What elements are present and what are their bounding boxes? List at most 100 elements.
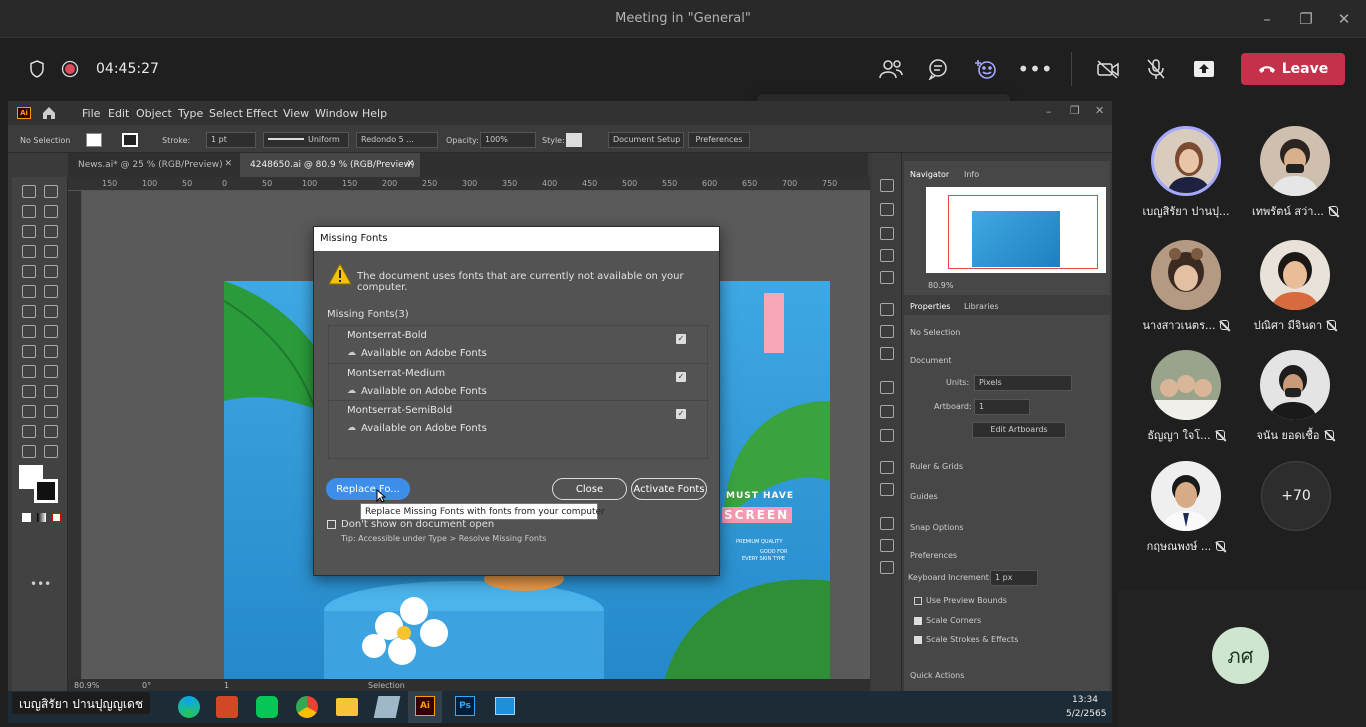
maximize-button[interactable]: ❐: [1294, 8, 1318, 30]
stroke-weight-field[interactable]: 1 pt: [206, 132, 256, 148]
zoom-level[interactable]: 80.9%: [74, 681, 99, 690]
participant-tile[interactable]: ปณิศา มีจินดา: [1240, 240, 1350, 350]
shape-builder-tool-icon[interactable]: [22, 345, 36, 358]
swatches-panel-icon[interactable]: [880, 303, 894, 316]
menu-select[interactable]: Select: [209, 107, 243, 120]
menu-type[interactable]: Type: [178, 107, 203, 120]
none-mode-icon[interactable]: [52, 513, 61, 522]
symbols-panel-icon[interactable]: [880, 347, 894, 360]
rotation-angle[interactable]: 0°: [142, 681, 151, 690]
menu-help[interactable]: Help: [362, 107, 387, 120]
direct-selection-tool-icon[interactable]: [44, 185, 58, 198]
tab-libraries[interactable]: Libraries: [964, 302, 999, 311]
ai-maximize-button[interactable]: ❐: [1070, 104, 1080, 117]
dont-show-checkbox[interactable]: [327, 520, 336, 529]
reactions-button[interactable]: [971, 54, 1001, 84]
artboard-navigation[interactable]: 1: [224, 681, 229, 690]
photoshop-taskbar-icon[interactable]: Ps: [455, 696, 475, 716]
home-icon[interactable]: [41, 106, 57, 120]
participant-tile[interactable]: จนัน ยอดเชื้อ: [1240, 350, 1350, 460]
brush-definition[interactable]: Redondo 5 ...: [356, 132, 438, 148]
eyedropper-tool-icon[interactable]: [22, 385, 36, 398]
people-button[interactable]: [876, 54, 906, 84]
document-setup-button[interactable]: Document Setup: [608, 132, 684, 148]
variable-width-profile[interactable]: Uniform: [263, 132, 349, 148]
graphic-style-swatch[interactable]: [566, 133, 582, 147]
hand-tool-icon[interactable]: [22, 445, 36, 458]
artboards-panel-icon[interactable]: [880, 561, 894, 574]
fill-swatch[interactable]: [86, 133, 102, 147]
artboard-select[interactable]: 1: [974, 399, 1030, 415]
slice-tool-icon[interactable]: [44, 425, 58, 438]
appearance-panel-icon[interactable]: [880, 249, 894, 262]
close-tab-icon[interactable]: ✕: [224, 159, 232, 169]
participant-tile[interactable]: ธัญญา ใจโ...: [1131, 350, 1241, 460]
participant-tile[interactable]: เบญสิรัยา ปานปุ...: [1131, 126, 1241, 236]
navigator-preview[interactable]: [926, 187, 1106, 273]
gradient-tool-icon[interactable]: [44, 365, 58, 378]
mic-off-button[interactable]: [1141, 54, 1171, 84]
more-participants-button[interactable]: +70: [1261, 461, 1331, 531]
menu-file[interactable]: File: [82, 107, 100, 120]
color-mode-icon[interactable]: [22, 513, 31, 522]
line-tool-icon[interactable]: [44, 245, 58, 258]
activate-fonts-button[interactable]: Activate Fonts: [631, 478, 707, 500]
chat-button[interactable]: [923, 54, 953, 84]
edge-icon[interactable]: [178, 696, 200, 718]
type-tool-icon[interactable]: [22, 245, 36, 258]
keyboard-increment-field[interactable]: 1 px: [990, 570, 1038, 586]
perspective-grid-tool-icon[interactable]: [44, 345, 58, 358]
width-tool-icon[interactable]: [22, 325, 36, 338]
tab-properties[interactable]: Properties: [910, 302, 950, 311]
symbol-sprayer-tool-icon[interactable]: [22, 405, 36, 418]
font-row[interactable]: Montserrat-Bold ☁ Available on Adobe Fon…: [329, 326, 709, 362]
participant-tile[interactable]: เทพรัตน์ สว่า...: [1240, 126, 1350, 236]
leave-button[interactable]: Leave: [1241, 53, 1345, 85]
font-checkbox[interactable]: ✓: [676, 409, 686, 419]
scissors-tool-icon[interactable]: [44, 285, 58, 298]
pen-tool-icon[interactable]: [22, 225, 36, 238]
close-window-button[interactable]: ✕: [1332, 8, 1356, 30]
font-row[interactable]: Montserrat-Medium ☁ Available on Adobe F…: [329, 363, 709, 399]
camera-off-button[interactable]: [1093, 54, 1123, 84]
scale-tool-icon[interactable]: [44, 305, 58, 318]
export-panel-icon[interactable]: [880, 483, 894, 496]
paintbrush-tool-icon[interactable]: [44, 265, 58, 278]
curvature-tool-icon[interactable]: [44, 225, 58, 238]
scale-strokes-checkbox[interactable]: [914, 636, 922, 644]
powerpoint-icon[interactable]: [216, 696, 238, 718]
column-graph-tool-icon[interactable]: [44, 405, 58, 418]
layers-panel-icon[interactable]: [880, 517, 894, 530]
tab-navigator[interactable]: Navigator: [910, 170, 949, 179]
tab-info[interactable]: Info: [964, 170, 979, 179]
opentype-panel-icon[interactable]: [880, 227, 894, 240]
brushes-panel-icon[interactable]: [880, 325, 894, 338]
stroke-swatch[interactable]: [122, 133, 138, 147]
selection-tool-icon[interactable]: [22, 185, 36, 198]
chrome-icon[interactable]: [296, 696, 318, 718]
asset-export-panel-icon[interactable]: [880, 539, 894, 552]
close-tab-icon[interactable]: ✕: [406, 159, 414, 169]
mesh-tool-icon[interactable]: [22, 365, 36, 378]
ai-close-button[interactable]: ✕: [1095, 104, 1104, 117]
line-app-icon[interactable]: [256, 696, 278, 718]
font-checkbox[interactable]: ✓: [676, 334, 686, 344]
tab-news[interactable]: News.ai* @ 25 % (RGB/Preview) ✕: [68, 153, 238, 177]
share-screen-button[interactable]: [1189, 54, 1219, 84]
units-select[interactable]: Pixels: [974, 375, 1072, 391]
color-panel-icon[interactable]: [880, 461, 894, 474]
character-panel-icon[interactable]: [880, 179, 894, 192]
replace-fonts-button[interactable]: Replace Fo...: [326, 478, 410, 500]
stroke-panel-icon[interactable]: [880, 381, 894, 394]
font-checkbox[interactable]: ✓: [676, 372, 686, 382]
illustrator-taskbar-icon[interactable]: Ai: [415, 696, 435, 716]
menu-object[interactable]: Object: [136, 107, 172, 120]
font-row[interactable]: Montserrat-SemiBold ☁ Available on Adobe…: [329, 400, 709, 436]
paragraph-panel-icon[interactable]: [880, 203, 894, 216]
minimize-button[interactable]: –: [1255, 8, 1279, 30]
menu-window[interactable]: Window: [315, 107, 358, 120]
lasso-tool-icon[interactable]: [44, 205, 58, 218]
more-options-button[interactable]: •••: [1017, 54, 1052, 84]
ai-minimize-button[interactable]: –: [1046, 105, 1052, 118]
magic-wand-tool-icon[interactable]: [22, 205, 36, 218]
